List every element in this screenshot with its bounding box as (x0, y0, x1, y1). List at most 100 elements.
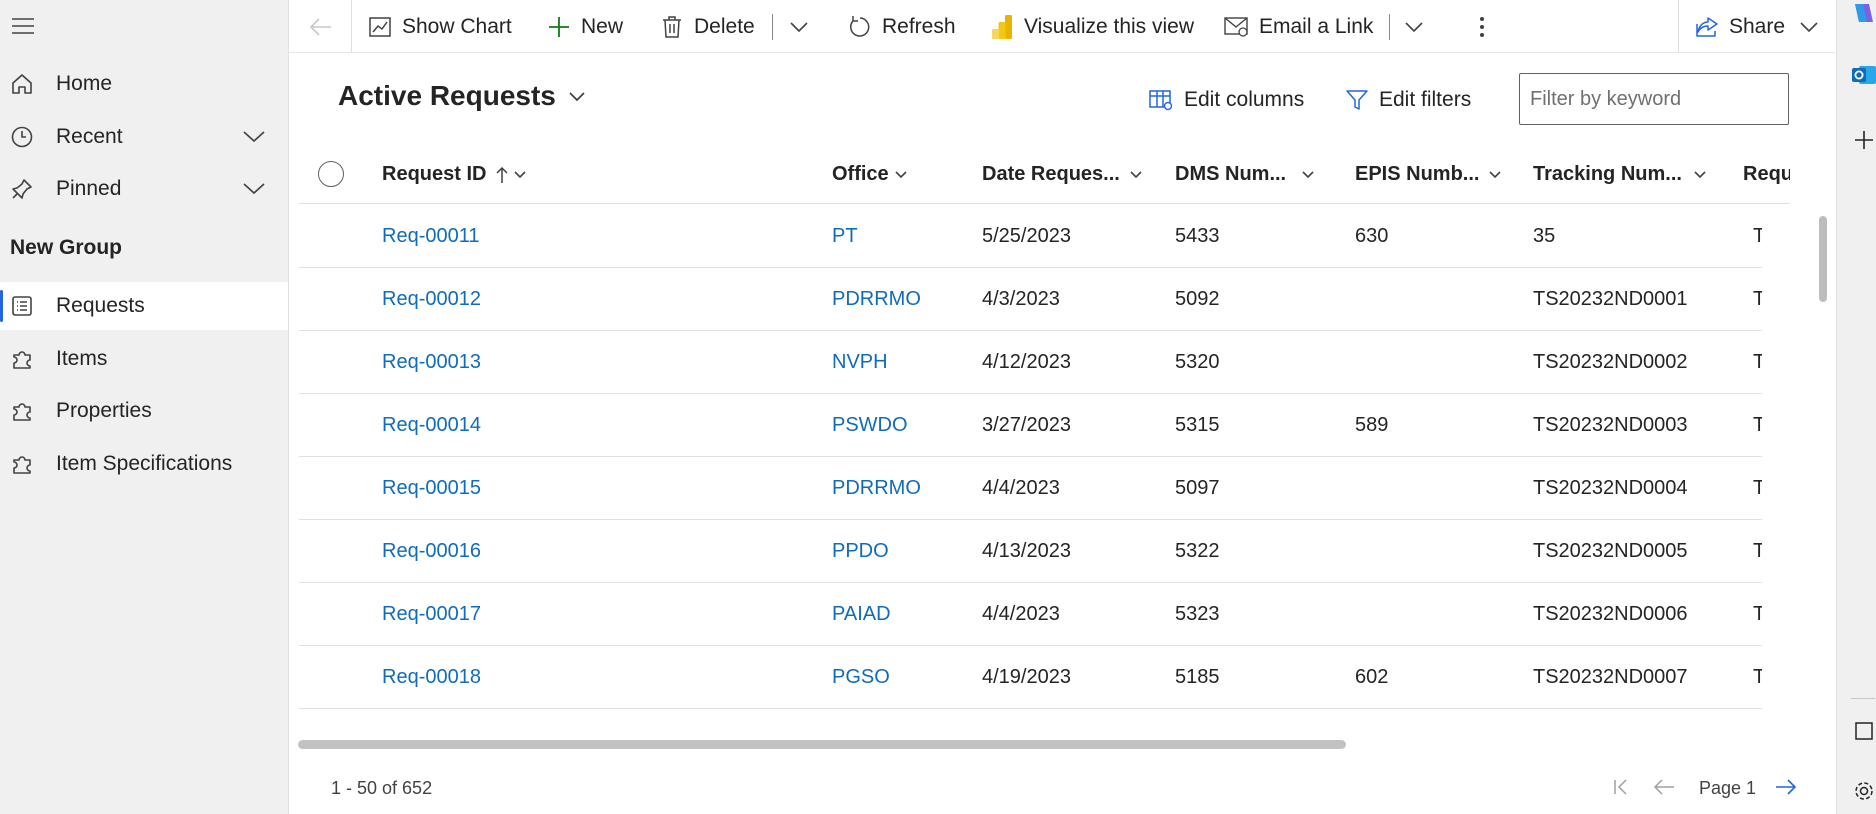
gear-icon[interactable] (1851, 778, 1876, 804)
horizontal-scrollbar[interactable] (298, 740, 1346, 749)
date-requested-cell: 4/4/2023 (982, 603, 1060, 625)
chevron-down-icon (514, 170, 527, 179)
record-count: 1 - 50 of 652 (331, 778, 433, 798)
epis-number-cell: 589 (1355, 414, 1389, 436)
outlook-icon[interactable] (1851, 62, 1876, 88)
trash-icon (659, 14, 685, 40)
edit-filters-label: Edit filters (1379, 88, 1472, 111)
office-link[interactable]: PDRRMO (832, 457, 921, 520)
request-id-link[interactable]: Req-00016 (382, 520, 481, 583)
share-label: Share (1729, 14, 1786, 38)
office-link[interactable]: PAIAD (832, 583, 891, 646)
column-header-date-requested[interactable]: Date Reques... (982, 152, 1162, 197)
tracking-number-cell: TS20232ND0007 (1533, 666, 1688, 688)
table-row[interactable]: Req-00018 PGSO 4/19/2023 5185 602 TS2023… (299, 646, 1762, 709)
column-header-office[interactable]: Office (832, 152, 962, 197)
group-title: New Group (10, 236, 123, 259)
table-row[interactable]: Req-00013 NVPH 4/12/2023 5320 TS20232ND0… (299, 331, 1762, 394)
email-more-dropdown[interactable] (1404, 0, 1424, 53)
date-requested-cell: 3/27/2023 (982, 414, 1071, 436)
panel-icon[interactable] (1851, 718, 1876, 744)
pin-icon (9, 176, 35, 202)
table-row[interactable]: Req-00012 PDRRMO 4/3/2023 5092 TS20232ND… (299, 268, 1762, 331)
new-button[interactable]: New (546, 0, 623, 53)
sidebar-item-label: Properties (56, 399, 152, 422)
refresh-button[interactable]: Refresh (847, 0, 956, 53)
select-all-checkbox[interactable] (318, 161, 344, 187)
add-pane-icon[interactable] (1851, 127, 1876, 153)
office-link[interactable]: PDRRMO (832, 268, 921, 331)
date-requested-cell: 4/13/2023 (982, 540, 1071, 562)
column-header-epis-number[interactable]: EPIS Numb... (1355, 152, 1525, 197)
chevron-down-icon[interactable] (242, 177, 266, 201)
table-row[interactable]: Req-00015 PDRRMO 4/4/2023 5097 TS20232ND… (299, 457, 1762, 520)
sort-ascending-icon (496, 166, 508, 184)
chevron-down-icon (1694, 170, 1706, 179)
office-link[interactable]: PPDO (832, 520, 889, 583)
vertical-scrollbar[interactable] (1819, 216, 1827, 302)
filter-by-keyword-input[interactable] (1519, 73, 1789, 125)
list-icon (9, 293, 35, 319)
next-page-button[interactable] (1773, 774, 1799, 800)
requested-by-cell: T (1753, 225, 1762, 247)
sidebar-item-label: Recent (56, 125, 123, 148)
copilot-icon[interactable] (1851, 0, 1876, 26)
sidebar-item-requests[interactable]: Requests (0, 282, 288, 330)
tracking-number-cell: TS20232ND0005 (1533, 540, 1688, 562)
table-row[interactable]: Req-00014 PSWDO 3/27/2023 5315 589 TS202… (299, 394, 1762, 457)
request-id-link[interactable]: Req-00012 (382, 268, 481, 331)
previous-page-button[interactable] (1651, 774, 1677, 800)
chevron-down-icon[interactable] (242, 125, 266, 149)
edit-filters-button[interactable]: Edit filters (1345, 84, 1471, 116)
office-link[interactable]: NVPH (832, 331, 888, 394)
chevron-down-icon (1130, 170, 1142, 179)
hamburger-menu-icon[interactable] (9, 14, 37, 38)
column-header-request-id[interactable]: Request ID (382, 152, 682, 197)
divider (351, 0, 352, 53)
view-title: Active Requests (338, 80, 556, 111)
sidebar-item-item-specifications[interactable]: Item Specifications (0, 440, 288, 488)
edit-columns-button[interactable]: Edit columns (1148, 84, 1304, 116)
email-link-icon (1224, 14, 1250, 40)
table-row[interactable]: Req-00017 PAIAD 4/4/2023 5323 TS20232ND0… (299, 583, 1762, 646)
request-id-link[interactable]: Req-00011 (382, 205, 479, 268)
view-selector[interactable]: Active Requests (338, 80, 586, 112)
request-id-link[interactable]: Req-00015 (382, 457, 481, 520)
grid-body: Req-00011 PT 5/25/2023 5433 630 35 T Req… (299, 205, 1762, 710)
column-header-dms-number[interactable]: DMS Num... (1175, 152, 1345, 197)
delete-button[interactable]: Delete (659, 0, 755, 53)
request-id-link[interactable]: Req-00014 (382, 394, 481, 457)
office-link[interactable]: PGSO (832, 646, 890, 709)
column-header-requested-by[interactable]: Requ (1743, 152, 1790, 197)
requested-by-cell: T (1753, 351, 1762, 373)
back-button[interactable] (309, 0, 333, 53)
delete-more-dropdown[interactable] (789, 0, 809, 53)
sidebar-item-label: Item Specifications (56, 452, 233, 475)
office-link[interactable]: PT (832, 205, 858, 268)
request-id-link[interactable]: Req-00017 (382, 583, 481, 646)
chart-icon (367, 14, 393, 40)
power-bi-icon (989, 14, 1015, 40)
sidebar-item-pinned[interactable]: Pinned (0, 165, 288, 213)
visualize-view-button[interactable]: Visualize this view (989, 0, 1194, 53)
email-link-button[interactable]: Email a Link (1224, 0, 1373, 53)
office-link[interactable]: PSWDO (832, 394, 908, 457)
request-id-link[interactable]: Req-00018 (382, 646, 481, 709)
sitemap-sidebar: Home Recent Pinned New Group Requests It… (0, 0, 289, 814)
puzzle-icon (9, 398, 35, 424)
table-row[interactable]: Req-00016 PPDO 4/13/2023 5322 TS20232ND0… (299, 520, 1762, 583)
dms-number-cell: 5185 (1175, 666, 1220, 688)
sidebar-item-recent[interactable]: Recent (0, 113, 288, 161)
request-id-link[interactable]: Req-00013 (382, 331, 481, 394)
column-header-tracking-number[interactable]: Tracking Num... (1533, 152, 1719, 197)
first-page-button[interactable] (1608, 774, 1634, 800)
requested-by-cell: T (1753, 414, 1762, 436)
more-commands-button[interactable] (1479, 0, 1485, 53)
show-chart-button[interactable]: Show Chart (367, 0, 512, 53)
sidebar-item-properties[interactable]: Properties (0, 387, 288, 435)
share-button[interactable]: Share (1694, 0, 1819, 53)
table-row[interactable]: Req-00011 PT 5/25/2023 5433 630 35 T (299, 205, 1762, 268)
sidebar-item-home[interactable]: Home (0, 60, 288, 108)
sidebar-item-items[interactable]: Items (0, 335, 288, 383)
chevron-down-icon (1799, 21, 1819, 33)
